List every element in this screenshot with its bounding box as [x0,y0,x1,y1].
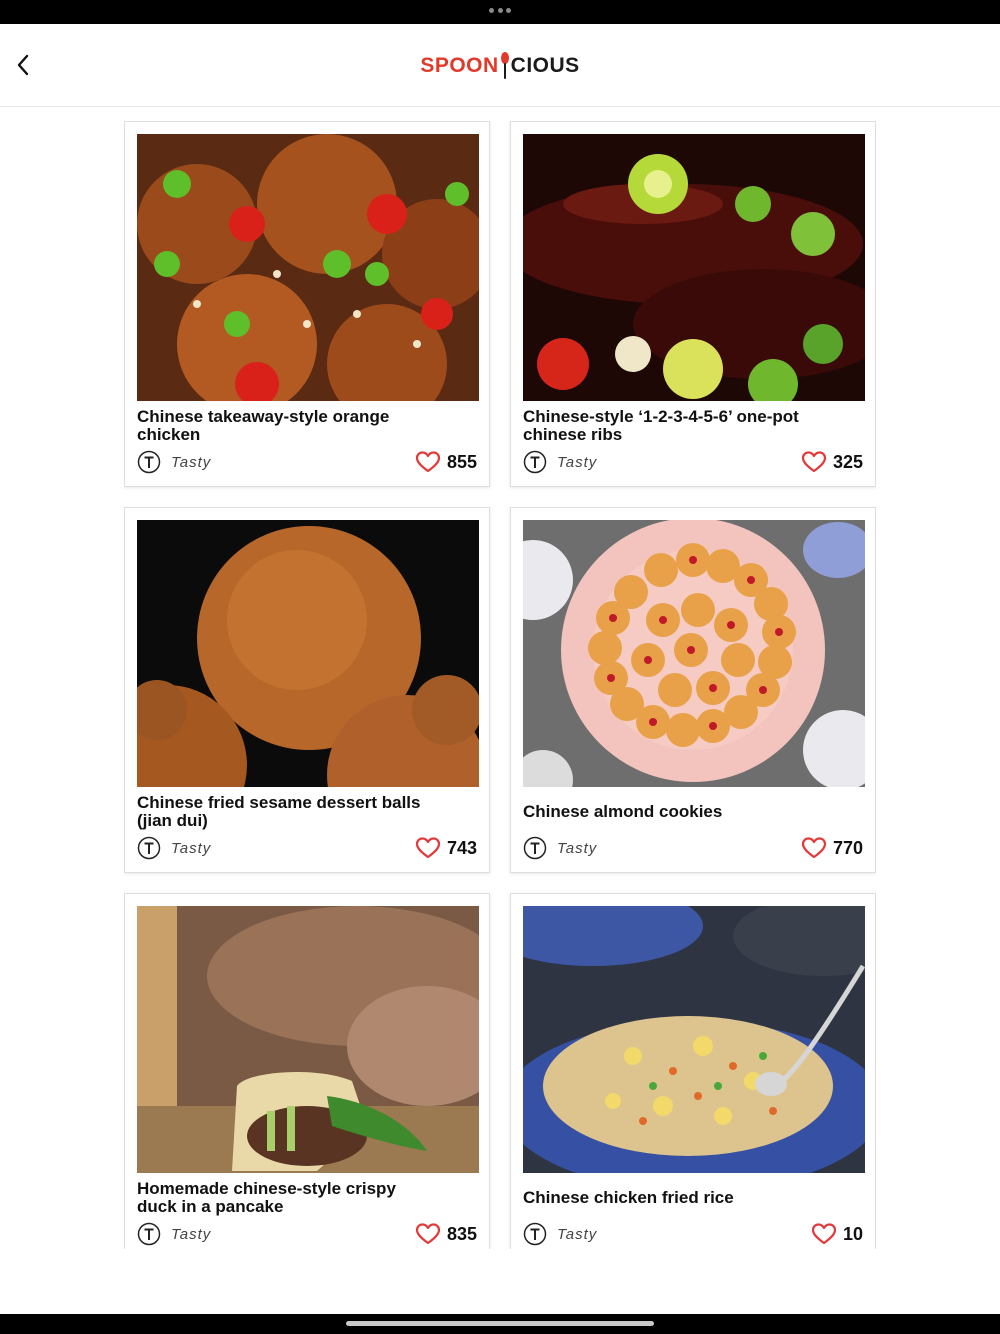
home-indicator[interactable] [346,1321,654,1326]
back-button[interactable] [8,50,38,80]
source-name: Tasty [557,839,598,857]
source-name: Tasty [171,839,212,857]
recipe-source: Tasty [137,1222,211,1246]
heart-icon [801,451,827,473]
recipe-image-sesame-balls[interactable] [137,520,479,787]
recipe-title[interactable]: Chinese chicken fried rice [523,1178,813,1218]
tasty-logo-icon [523,450,547,474]
recipe-source: Tasty [523,450,597,474]
recipe-image-orange-chicken[interactable] [137,134,479,401]
logo-text-spoon: SPOON [420,54,499,77]
recipe-image-chinese-ribs[interactable] [523,134,865,401]
home-indicator-bar [0,1314,1000,1334]
recipe-title[interactable]: Homemade chinese-style crispy duck in a … [137,1178,427,1218]
heart-icon [415,1223,441,1245]
recipe-card[interactable]: Chinese-style ‘1-2-3-4-5-6’ one-pot chin… [510,121,876,487]
recipe-source: Tasty [523,1222,597,1246]
recipe-card[interactable]: Chinese chicken fried rice Tasty 10 [510,893,876,1249]
recipe-card[interactable]: Chinese almond cookies Tasty 770 [510,507,876,873]
source-name: Tasty [171,453,212,471]
heart-icon [415,451,441,473]
recipe-card[interactable]: Chinese takeaway-style orange chicken Ta… [124,121,490,487]
recipe-source: Tasty [523,836,597,860]
recipe-grid: Chinese takeaway-style orange chicken Ta… [124,121,876,1249]
recipe-source: Tasty [137,836,211,860]
chevron-left-icon [17,54,29,76]
heart-icon [415,837,441,859]
like-count: 743 [446,837,477,858]
like-button[interactable]: 10 [811,1220,863,1248]
recipe-image-crispy-duck[interactable] [137,906,479,1173]
recipe-title[interactable]: Chinese fried sesame dessert balls (jian… [137,792,427,832]
spoon-icon [500,52,509,79]
app-header: SPOON CIOUS [0,24,1000,107]
heart-icon [811,1223,837,1245]
like-button[interactable]: 743 [415,834,477,862]
recipe-image-fried-rice[interactable] [523,906,865,1173]
tasty-logo-icon [137,450,161,474]
status-bar [0,0,1000,24]
recipe-image-almond-cookies[interactable] [523,520,865,787]
like-count: 770 [832,837,863,858]
recipe-source: Tasty [137,450,211,474]
tasty-logo-icon [523,1222,547,1246]
like-count: 325 [832,451,863,472]
heart-icon [801,837,827,859]
like-button[interactable]: 325 [801,448,863,476]
source-name: Tasty [557,453,598,471]
recipe-title[interactable]: Chinese almond cookies [523,792,813,832]
like-count: 855 [446,451,477,472]
multitask-dots-icon[interactable] [489,8,511,14]
like-button[interactable]: 770 [801,834,863,862]
like-count: 10 [842,1223,863,1244]
source-name: Tasty [171,1225,212,1243]
like-count: 835 [446,1223,477,1244]
recipe-title[interactable]: Chinese-style ‘1-2-3-4-5-6’ one-pot chin… [523,406,813,446]
like-button[interactable]: 835 [415,1220,477,1248]
app-logo: SPOON CIOUS [420,50,580,82]
source-name: Tasty [557,1225,598,1243]
tasty-logo-icon [137,1222,161,1246]
tasty-logo-icon [523,836,547,860]
recipe-card[interactable]: Homemade chinese-style crispy duck in a … [124,893,490,1249]
like-button[interactable]: 855 [415,448,477,476]
recipe-title[interactable]: Chinese takeaway-style orange chicken [137,406,427,446]
logo-text-cious: CIOUS [510,54,580,77]
recipe-card[interactable]: Chinese fried sesame dessert balls (jian… [124,507,490,873]
tasty-logo-icon [137,836,161,860]
